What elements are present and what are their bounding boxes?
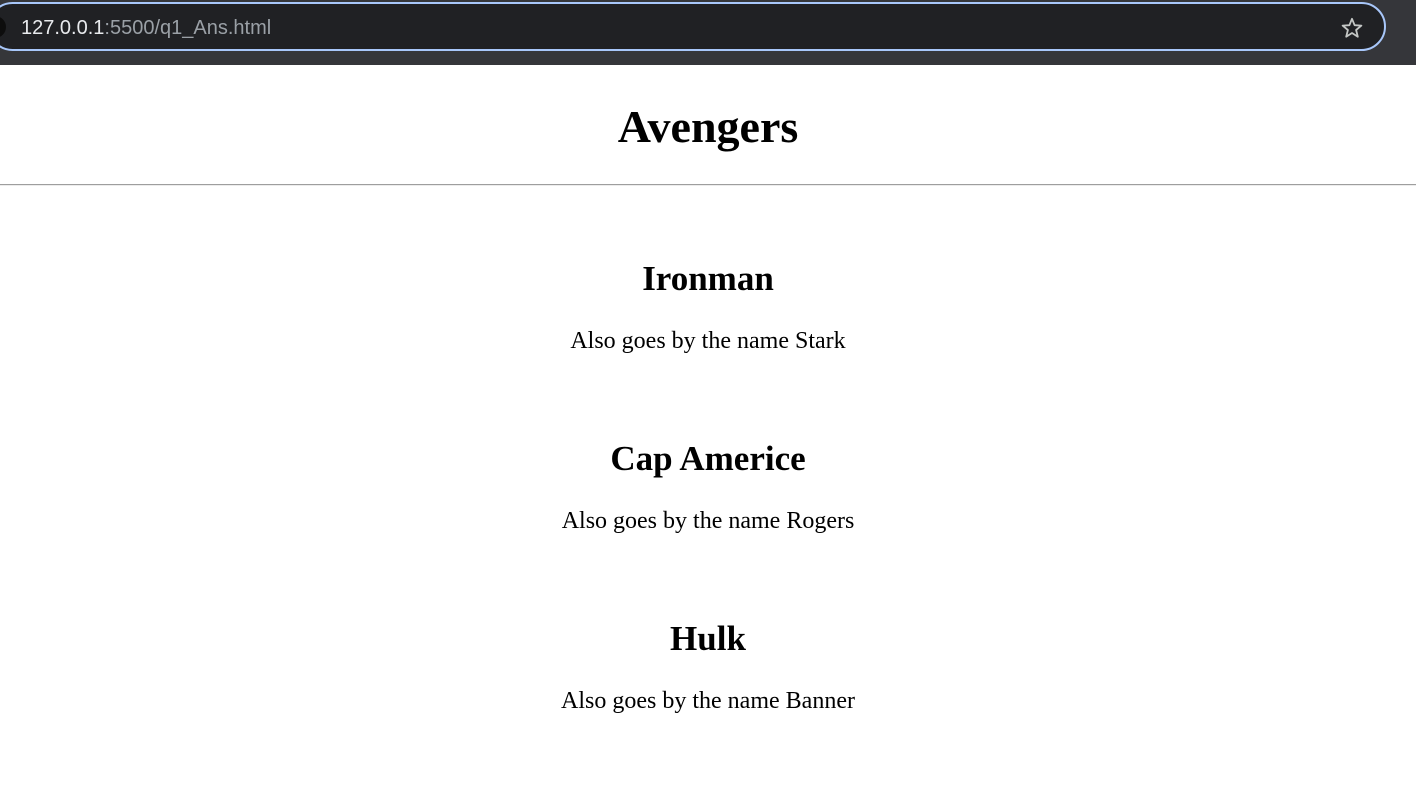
- url-host: 127.0.0.1: [21, 17, 105, 39]
- hero-name: Cap Americe: [610, 439, 806, 478]
- page-content: Avengers Ironman Also goes by the name S…: [0, 65, 1416, 726]
- site-info-icon[interactable]: [0, 16, 6, 38]
- url-text[interactable]: 127.0.0.1:5500/q1_Ans.html: [21, 17, 271, 39]
- url-path: :5500/q1_Ans.html: [104, 17, 272, 39]
- address-bar[interactable]: 127.0.0.1:5500/q1_Ans.html: [0, 2, 1386, 51]
- browser-toolbar: 127.0.0.1:5500/q1_Ans.html: [0, 0, 1416, 65]
- hero-name: Hulk: [670, 619, 746, 658]
- hero-alias: Also goes by the name Rogers: [561, 508, 855, 534]
- hero-alias: Also goes by the name Stark: [570, 328, 846, 354]
- bookmark-star-icon[interactable]: [1340, 16, 1364, 40]
- hero-section: Hulk Also goes by the name Banner: [0, 546, 1416, 726]
- page-title: Avengers: [617, 101, 799, 152]
- hero-section: Ironman Also goes by the name Stark: [0, 186, 1416, 366]
- hero-section: Cap Americe Also goes by the name Rogers: [0, 366, 1416, 546]
- hero-alias: Also goes by the name Banner: [561, 688, 855, 714]
- hero-name: Ironman: [642, 259, 774, 298]
